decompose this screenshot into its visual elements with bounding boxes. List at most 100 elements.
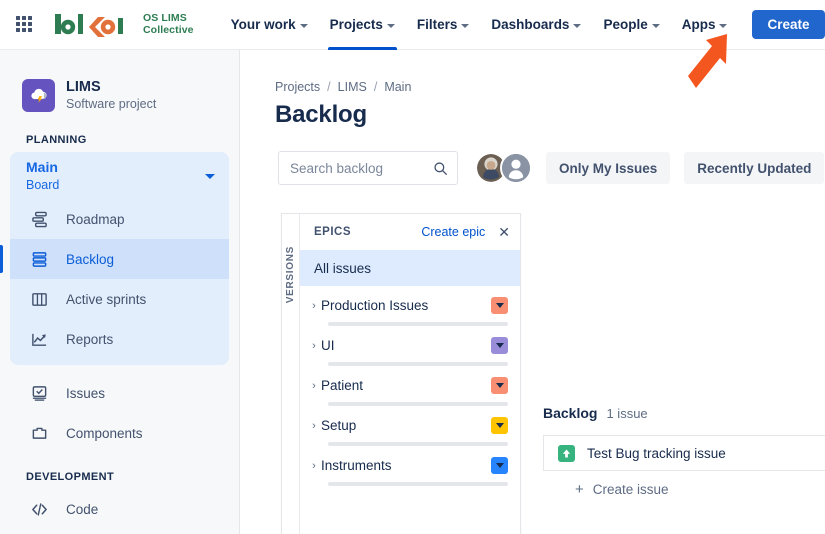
avatar[interactable] [500,152,532,184]
avatar-group [475,152,532,184]
epics-title: EPICS [314,226,351,238]
nav-label: Dashboards [491,17,569,32]
epic-row[interactable]: › Patient [300,366,520,406]
versions-rail[interactable]: VERSIONS [282,214,300,534]
project-sidebar: LIMS Software project PLANNING Main Boar… [0,50,240,534]
nav-item-people[interactable]: People [592,0,670,50]
sidebar-section-development: DEVELOPMENT [0,453,239,489]
sidebar-item-label: Code [66,502,98,517]
backlog-section-header: Backlog 1 issue [543,405,825,421]
epics-column: EPICS Create epic ✕ All issues › Product… [300,214,520,534]
backlog-toolbar: Only My Issues Recently Updated [240,129,825,185]
brand-logo[interactable]: OS LIMS Collective [52,10,194,40]
project-avatar [22,79,55,112]
chevron-down-icon [496,343,504,348]
brand-tagline-line2: Collective [143,25,194,36]
sidebar-item-issues[interactable]: Issues [0,373,239,413]
chevron-down-icon[interactable] [205,174,215,179]
epic-row[interactable]: › Instruments [300,446,520,486]
board-name: Main [26,159,59,177]
chevron-down-icon [719,24,727,28]
project-type: Software project [66,96,156,112]
close-icon[interactable]: ✕ [498,225,510,239]
create-issue-label: Create issue [593,482,669,497]
sidebar-item-label: Issues [66,386,105,401]
project-header[interactable]: LIMS Software project [0,50,239,112]
epic-color-badge[interactable] [491,337,508,354]
sidebar-item-roadmap[interactable]: Roadmap [10,199,229,239]
nav-label: People [603,17,647,32]
breadcrumb-item-main[interactable]: Main [384,80,411,94]
backlog-section: Backlog 1 issue Test Bug tracking issue … [543,405,825,497]
epic-color-badge[interactable] [491,457,508,474]
sidebar-item-label: Roadmap [66,212,125,227]
breadcrumb-item-lims[interactable]: LIMS [338,80,367,94]
versions-rail-label: VERSIONS [285,246,296,303]
board-columns-icon [28,291,50,308]
cloud-lightning-icon [28,84,50,106]
epics-panel: VERSIONS EPICS Create epic ✕ All issues … [281,213,521,534]
search-input[interactable] [279,152,457,184]
nav-item-your-work[interactable]: Your work [220,0,319,50]
epic-progress-bar [328,482,508,486]
sidebar-item-reports[interactable]: Reports [10,319,229,359]
create-button[interactable]: Create [752,10,824,40]
roadmap-icon [28,211,50,228]
filter-only-my-issues-button[interactable]: Only My Issues [546,152,670,184]
nav-item-dashboards[interactable]: Dashboards [480,0,592,50]
apps-grid-icon[interactable] [16,16,34,34]
breadcrumb-item-projects[interactable]: Projects [275,80,320,94]
issues-icon [28,385,50,402]
chevron-right-icon[interactable]: › [307,340,321,352]
epic-color-badge[interactable] [491,297,508,314]
create-epic-link[interactable]: Create epic [421,225,485,239]
chevron-right-icon[interactable]: › [307,460,321,472]
nav-item-filters[interactable]: Filters [406,0,481,50]
nav-label: Projects [330,17,383,32]
sidebar-item-backlog[interactable]: Backlog [10,239,229,279]
primary-nav-links: Your work Projects Filters Dashboards Pe… [220,0,825,50]
chevron-right-icon[interactable]: › [307,380,321,392]
epic-name: UI [321,338,491,353]
epic-row[interactable]: › Setup [300,406,520,446]
search-backlog-field[interactable] [278,151,458,185]
filter-recently-updated-button[interactable]: Recently Updated [684,152,824,184]
sidebar-item-label: Reports [66,332,113,347]
epic-name: Instruments [321,458,491,473]
nav-label: Filters [417,17,458,32]
nav-label: Apps [682,17,716,32]
sidebar-item-active-sprints[interactable]: Active sprints [10,279,229,319]
backlog-icon [28,251,50,268]
sidebar-item-label: Active sprints [66,292,146,307]
search-icon [433,161,448,181]
sidebar-item-components[interactable]: Components [0,413,239,453]
chevron-right-icon[interactable]: › [307,300,321,312]
sidebar-item-code[interactable]: Code [0,489,239,529]
nav-item-projects[interactable]: Projects [319,0,406,50]
epic-row[interactable]: › Production Issues [300,286,520,326]
epic-row[interactable]: › UI [300,326,520,366]
chevron-down-icon [496,463,504,468]
epic-color-badge[interactable] [491,377,508,394]
chevron-down-icon [652,24,660,28]
epic-name: Production Issues [321,298,491,313]
nav-item-apps[interactable]: Apps [671,0,739,50]
breadcrumb-separator: / [327,80,330,94]
create-issue-button[interactable]: + Create issue [543,482,825,497]
chevron-down-icon [387,24,395,28]
chevron-right-icon[interactable]: › [307,420,321,432]
planning-group: Main Board Roadmap [10,152,229,365]
chevron-down-icon [300,24,308,28]
backlog-issue-row[interactable]: Test Bug tracking issue [543,435,825,471]
page-title: Backlog [240,94,825,129]
epic-color-badge[interactable] [491,417,508,434]
epic-name: Patient [321,378,491,393]
sidebar-item-label: Backlog [66,252,114,267]
main-content: Projects / LIMS / Main Backlog [240,50,825,534]
app-root: OS LIMS Collective Your work Projects Fi… [0,0,825,534]
sidebar-section-planning: PLANNING [0,112,239,152]
chevron-down-icon [461,24,469,28]
project-name: LIMS [66,78,156,96]
sidebar-board-selector[interactable]: Main Board [10,152,229,199]
epic-filter-all-issues[interactable]: All issues [300,250,520,286]
